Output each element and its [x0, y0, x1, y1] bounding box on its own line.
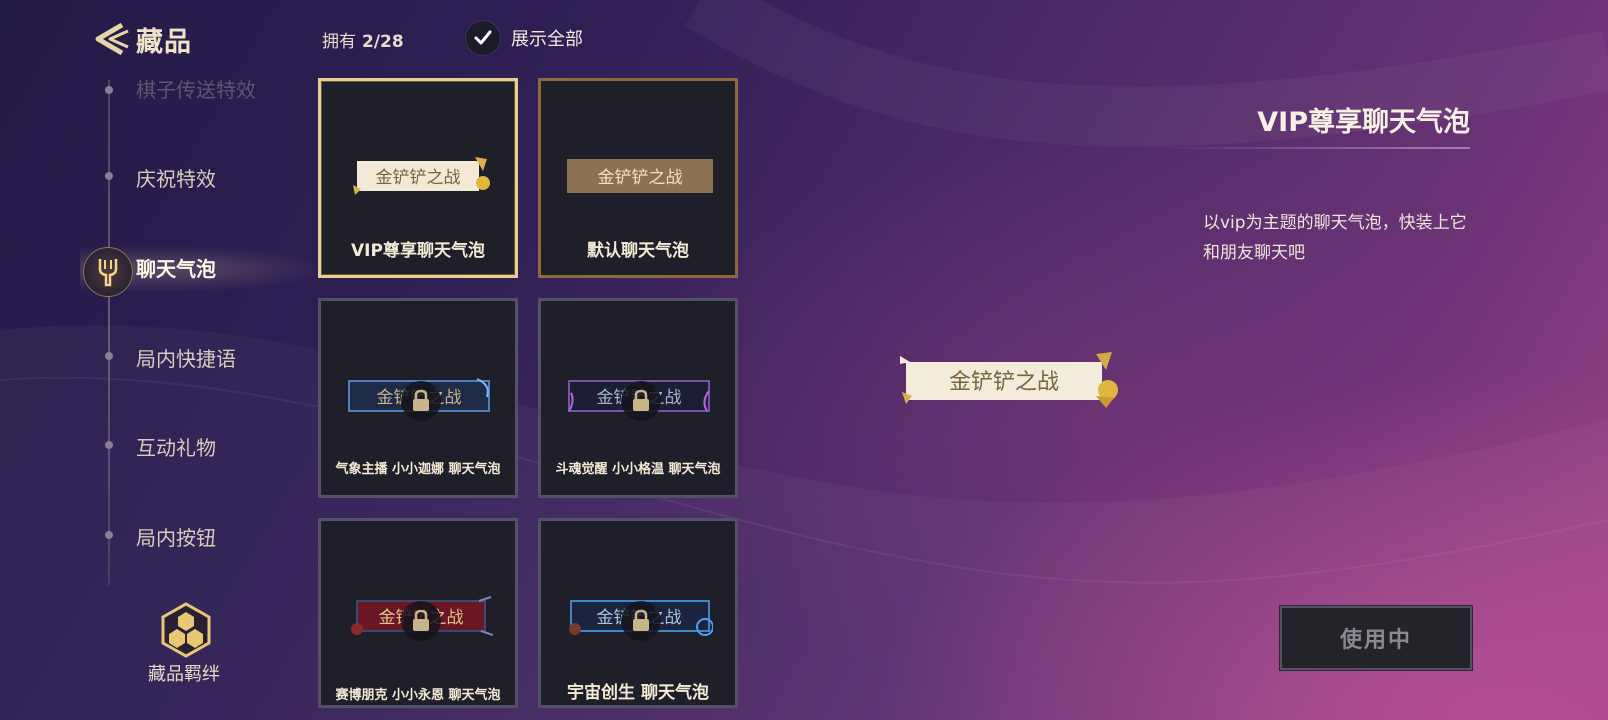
- sidebar-item-piece-teleport-effect[interactable]: 棋子传送特效: [136, 74, 256, 103]
- collection-bond-icon[interactable]: [160, 602, 212, 658]
- show-all-checkbox[interactable]: [465, 20, 501, 56]
- sidebar-item-in-game-buttons[interactable]: 局内按钮: [136, 522, 216, 551]
- bubble-card-default[interactable]: 金铲铲之战 默认聊天气泡: [538, 78, 738, 278]
- card-label: 默认聊天气泡: [587, 241, 689, 261]
- sidebar-timeline: [108, 80, 110, 585]
- owned-count: 2/28: [362, 32, 404, 52]
- lock-icon: [401, 601, 441, 641]
- sidebar-dot: [105, 86, 113, 94]
- sidebar-item-interactive-gifts[interactable]: 互动礼物: [136, 432, 216, 461]
- bubble-card-vip[interactable]: 金铲铲之战 VIP尊享聊天气泡: [318, 78, 518, 278]
- bubble-card-cyberpunk[interactable]: 金铲铲之战 赛博朋克 小小永恩 聊天气泡: [318, 518, 518, 708]
- card-label: 气象主播 小小迦娜 聊天气泡: [335, 462, 501, 477]
- show-all-toggle[interactable]: 展示全部: [465, 20, 583, 56]
- default-bubble-preview: 金铲铲之战: [567, 159, 713, 193]
- bubble-text: 金铲铲之战: [376, 168, 461, 188]
- card-label: VIP尊享聊天气泡: [351, 241, 485, 261]
- preview-bubble-text: 金铲铲之战: [949, 370, 1059, 395]
- bubble-card-cosmic-genesis[interactable]: 金铲铲之战 宇宙创生 聊天气泡: [538, 518, 738, 708]
- sidebar-dot: [105, 531, 113, 539]
- sidebar-dot: [105, 441, 113, 449]
- card-label: 宇宙创生 聊天气泡: [567, 683, 709, 703]
- sidebar-dot: [105, 172, 113, 180]
- lock-icon: [621, 381, 661, 421]
- detail-divider: [1160, 147, 1470, 149]
- collection-bond-label[interactable]: 藏品羁绊: [148, 660, 220, 686]
- back-button[interactable]: [92, 22, 130, 56]
- sidebar-item-celebration-effect[interactable]: 庆祝特效: [136, 163, 216, 192]
- show-all-label: 展示全部: [511, 29, 583, 50]
- checkmark-icon: [474, 30, 492, 45]
- bubble-card-soul-awakening[interactable]: 金铲铲之战 斗魂觉醒 小小格温 聊天气泡: [538, 298, 738, 498]
- card-label: 斗魂觉醒 小小格温 聊天气泡: [555, 462, 721, 477]
- bubble-card-weather-anchor[interactable]: 金铲铲之战 气象主播 小小迦娜 聊天气泡: [318, 298, 518, 498]
- sidebar-item-quick-phrases[interactable]: 局内快捷语: [136, 343, 236, 372]
- owned-label: 拥有: [322, 32, 356, 52]
- lock-icon: [401, 381, 441, 421]
- page-title: 藏品: [136, 27, 192, 58]
- sidebar-item-chat-bubble[interactable]: 聊天气泡: [136, 253, 216, 282]
- sidebar-dot: [105, 352, 113, 360]
- bubble-text: 金铲铲之战: [598, 168, 683, 188]
- in-use-button[interactable]: 使用中: [1279, 605, 1473, 671]
- detail-description: 以vip为主题的聊天气泡，快装上它和朋友聊天吧: [1203, 213, 1467, 263]
- bubble-large-preview: 金铲铲之战: [900, 352, 1118, 408]
- back-arrow-icon: [95, 22, 129, 56]
- lock-icon: [621, 601, 661, 641]
- chat-bubble-category-icon: [83, 247, 133, 297]
- owned-counter: 拥有 2/28: [322, 27, 404, 52]
- detail-title: VIP尊享聊天气泡: [1257, 107, 1470, 138]
- vip-bubble-preview: 金铲铲之战: [353, 157, 490, 195]
- card-label: 赛博朋克 小小永恩 聊天气泡: [335, 688, 501, 703]
